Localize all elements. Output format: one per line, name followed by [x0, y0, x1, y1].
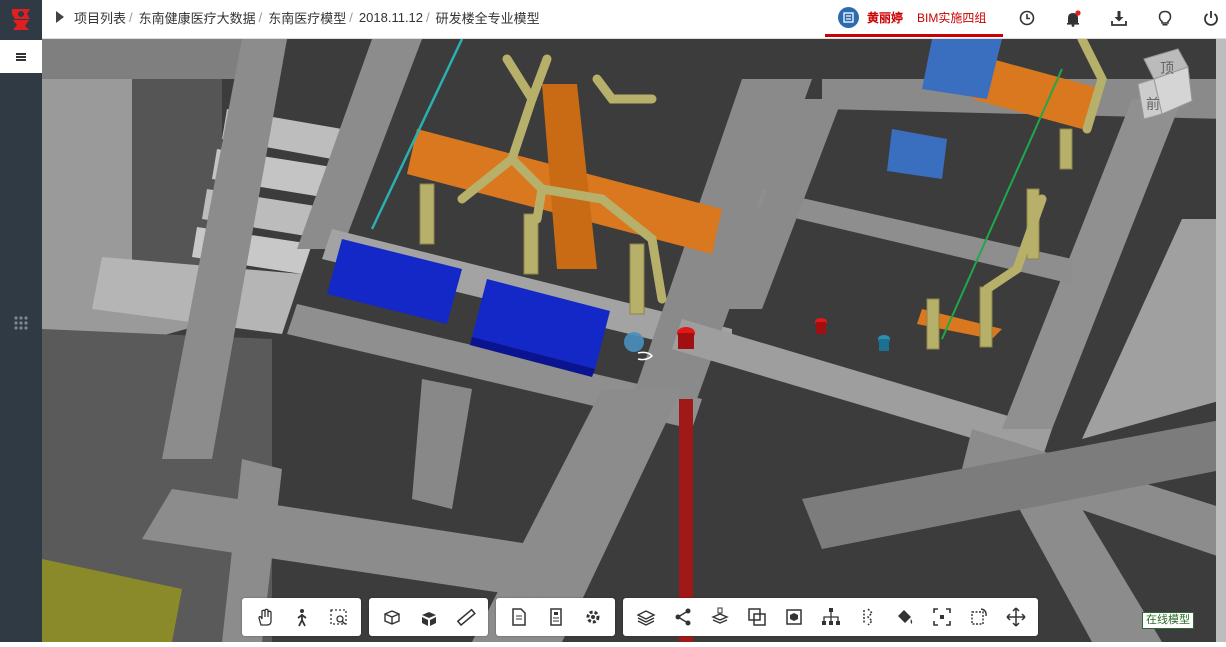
apps-grid-button[interactable] [0, 310, 42, 336]
vertical-pipe [926, 298, 940, 350]
walk-icon [296, 609, 307, 627]
viewcube-top-label: 顶 [1160, 61, 1174, 77]
toolbar-group-tools [623, 598, 1038, 636]
overlap-button[interactable] [738, 598, 775, 636]
isolate-icon [862, 608, 873, 626]
breadcrumb-arrow-icon [56, 11, 64, 23]
bottom-toolbar [242, 598, 1038, 636]
model-layer-button[interactable] [701, 598, 738, 636]
viewcube-front-label: 前 [1146, 96, 1160, 113]
fit-view-button[interactable] [923, 598, 960, 636]
structure-tree-button[interactable] [537, 598, 574, 636]
breadcrumb-item-project-list[interactable]: 项目列表 [74, 8, 126, 27]
measure-button[interactable] [447, 598, 484, 636]
cube-icon [785, 609, 802, 625]
properties-icon [511, 608, 526, 626]
grid-dots-icon [14, 316, 28, 330]
toolbar-group-model [369, 598, 488, 636]
model-layer-icon [710, 607, 729, 624]
breadcrumb-separator: / [426, 9, 430, 25]
orbit-pivot-marker [624, 332, 644, 352]
rotate-icon [970, 608, 987, 625]
lightbulb-icon [1158, 10, 1172, 25]
zoom-window-button[interactable] [320, 598, 357, 636]
walk-button[interactable] [283, 598, 320, 636]
logout-button[interactable] [1188, 0, 1226, 36]
user-name: 黄丽婷 [867, 10, 904, 25]
user-avatar-icon [843, 11, 854, 23]
pan-icon [257, 608, 272, 626]
settings-icon [586, 610, 599, 624]
properties-button[interactable] [500, 598, 537, 636]
paint-icon [897, 610, 912, 624]
measure-icon [456, 608, 476, 627]
avatar [838, 6, 859, 28]
move-icon [1005, 607, 1026, 627]
overlap-icon [747, 608, 766, 626]
user-group: BIM实施四组 [917, 10, 987, 25]
pipe-run [532, 184, 547, 224]
section-box-button[interactable] [373, 598, 410, 636]
vertical-pipe [979, 286, 993, 348]
zoom-window-icon [329, 609, 347, 625]
history-icon [1019, 10, 1035, 26]
share-button[interactable] [664, 598, 701, 636]
rotate-button[interactable] [960, 598, 997, 636]
settings-button[interactable] [574, 598, 611, 636]
structure-tree-icon [549, 608, 562, 626]
isolate-button[interactable] [849, 598, 886, 636]
app-logo[interactable] [0, 0, 42, 38]
share-icon [675, 608, 690, 626]
model-viewport[interactable]: 顶 前 [42, 39, 1226, 642]
section-box-icon [383, 610, 400, 625]
history-button[interactable] [1004, 0, 1050, 36]
pan-button[interactable] [246, 598, 283, 636]
breadcrumb-separator: / [129, 9, 133, 25]
fit-icon [932, 608, 951, 626]
hamburger-icon [16, 52, 26, 61]
right-scroll-area [1216, 39, 1226, 642]
paint-button[interactable] [886, 598, 923, 636]
logo-icon [12, 9, 30, 30]
breadcrumb-separator: / [349, 9, 353, 25]
bim-3d-scene: 顶 前 [42, 39, 1226, 642]
top-bar: 项目列表 / 东南健康医疗大数据 / 东南医疗模型 / 2018.11.12 /… [42, 0, 1226, 39]
layers-button[interactable] [627, 598, 664, 636]
breadcrumb-item-model[interactable]: 东南医疗模型 [268, 8, 346, 27]
breadcrumb: 项目列表 / 东南健康医疗大数据 / 东南医疗模型 / 2018.11.12 /… [56, 0, 540, 34]
cube-button[interactable] [775, 598, 812, 636]
notification-button[interactable] [1050, 0, 1096, 36]
breadcrumb-item-version[interactable]: 2018.11.12 [359, 10, 423, 25]
power-icon [1204, 11, 1218, 26]
layers-icon [635, 610, 656, 626]
toolbar-group-navigation [242, 598, 361, 636]
online-model-badge: 在线模型 [1142, 612, 1194, 629]
top-actions [1004, 0, 1226, 36]
vertical-pipe [1059, 128, 1073, 170]
breadcrumb-item-current: 研发楼全专业模型 [435, 10, 540, 26]
vertical-pipe [419, 183, 435, 245]
breadcrumb-item-project[interactable]: 东南健康医疗大数据 [139, 8, 256, 27]
tips-button[interactable] [1142, 0, 1188, 36]
explode-button[interactable] [410, 598, 447, 636]
toolbar-group-info [496, 598, 615, 636]
hierarchy-button[interactable] [812, 598, 849, 636]
user-menu[interactable]: 黄丽婷 BIM实施四组 [825, 0, 1003, 37]
hierarchy-icon [821, 608, 840, 625]
vertical-pipe [629, 243, 645, 315]
notification-icon [1067, 9, 1081, 27]
download-button[interactable] [1096, 0, 1142, 36]
bottom-strip [0, 642, 1226, 647]
explode-icon [421, 612, 436, 626]
download-icon [1111, 11, 1127, 26]
move-button[interactable] [997, 598, 1034, 636]
breadcrumb-separator: / [258, 9, 263, 25]
menu-toggle-button[interactable] [0, 40, 42, 73]
